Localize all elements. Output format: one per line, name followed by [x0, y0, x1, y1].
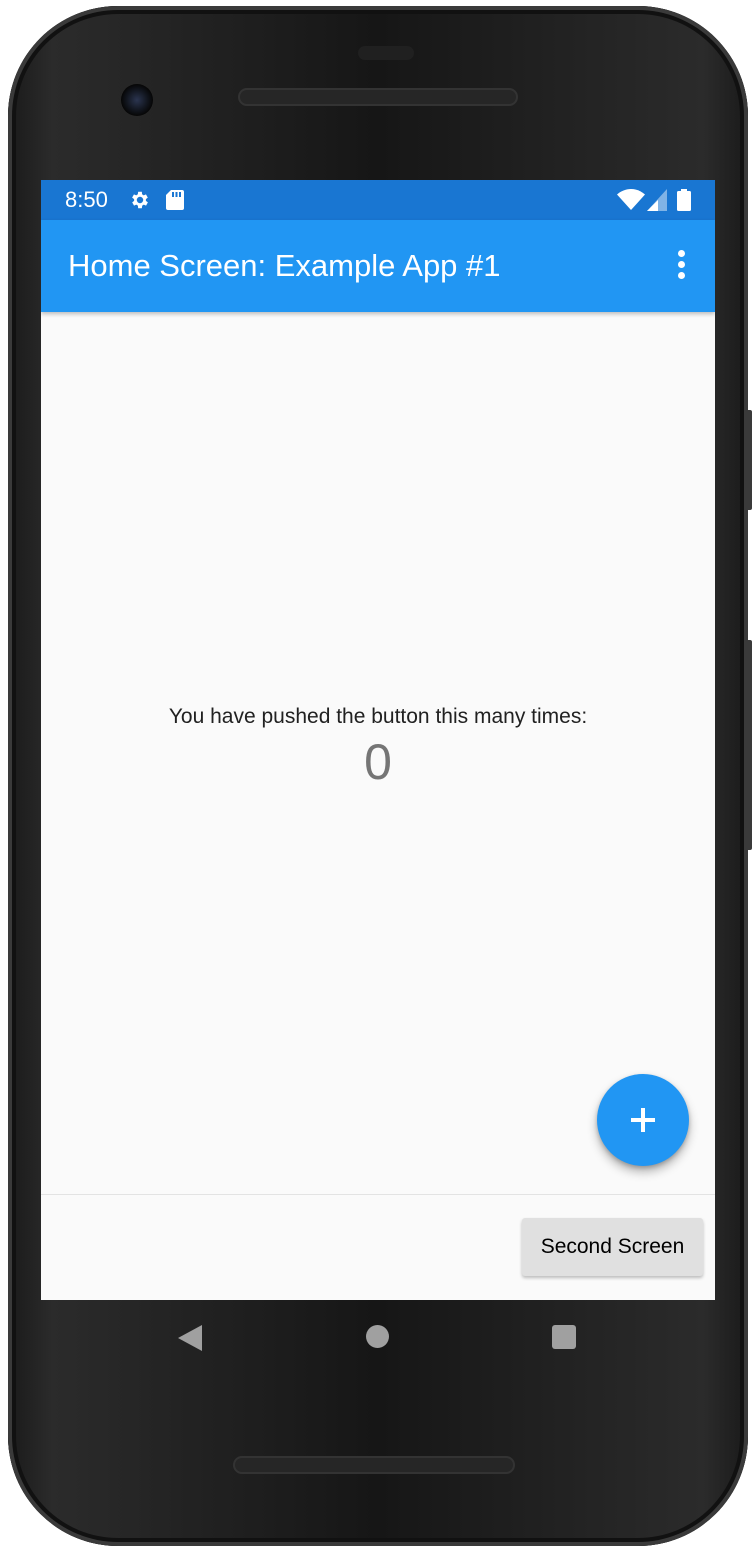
back-icon[interactable]: [178, 1325, 202, 1351]
sd-card-icon: [165, 189, 185, 211]
recents-icon[interactable]: [552, 1325, 576, 1349]
device-screen: 8:50 Home Screen: Example App #1 You hav…: [41, 180, 715, 1300]
bottom-speaker-grille: [233, 1456, 515, 1474]
app-bar: Home Screen: Example App #1: [41, 220, 715, 312]
wifi-icon: [617, 189, 645, 211]
main-content: You have pushed the button this many tim…: [41, 312, 715, 1194]
status-time: 8:50: [65, 187, 108, 212]
counter-message: You have pushed the button this many tim…: [168, 705, 588, 728]
second-screen-button[interactable]: Second Screen: [522, 1218, 703, 1276]
increment-fab-button[interactable]: [597, 1074, 689, 1166]
counter-value: 0: [364, 734, 392, 790]
gear-icon: [129, 189, 151, 211]
volume-button: [746, 640, 752, 850]
bottom-bar: Second Screen: [41, 1194, 715, 1300]
home-icon[interactable]: [366, 1325, 389, 1348]
front-camera: [121, 84, 153, 116]
status-bar: 8:50: [41, 180, 715, 220]
proximity-sensor: [358, 46, 414, 60]
top-speaker-grille: [238, 88, 518, 106]
cell-signal-icon: [647, 189, 667, 211]
app-bar-title: Home Screen: Example App #1: [68, 248, 501, 283]
power-button: [746, 410, 752, 510]
battery-icon: [677, 189, 691, 211]
overflow-menu-icon[interactable]: [669, 250, 693, 282]
